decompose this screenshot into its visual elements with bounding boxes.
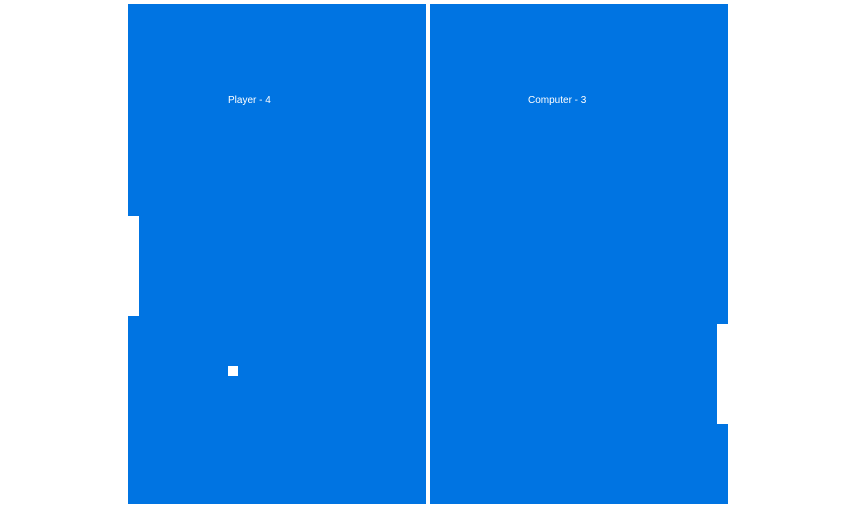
center-net [426,4,430,504]
computer-paddle [717,324,728,424]
computer-score-label: Computer - 3 [528,95,587,106]
player-score-label: Player - 4 [228,95,271,106]
pong-court[interactable]: Player - 4 Computer - 3 [128,4,728,504]
player-paddle[interactable] [128,216,139,316]
game-stage: Player - 4 Computer - 3 [0,0,862,517]
ball [228,366,238,376]
